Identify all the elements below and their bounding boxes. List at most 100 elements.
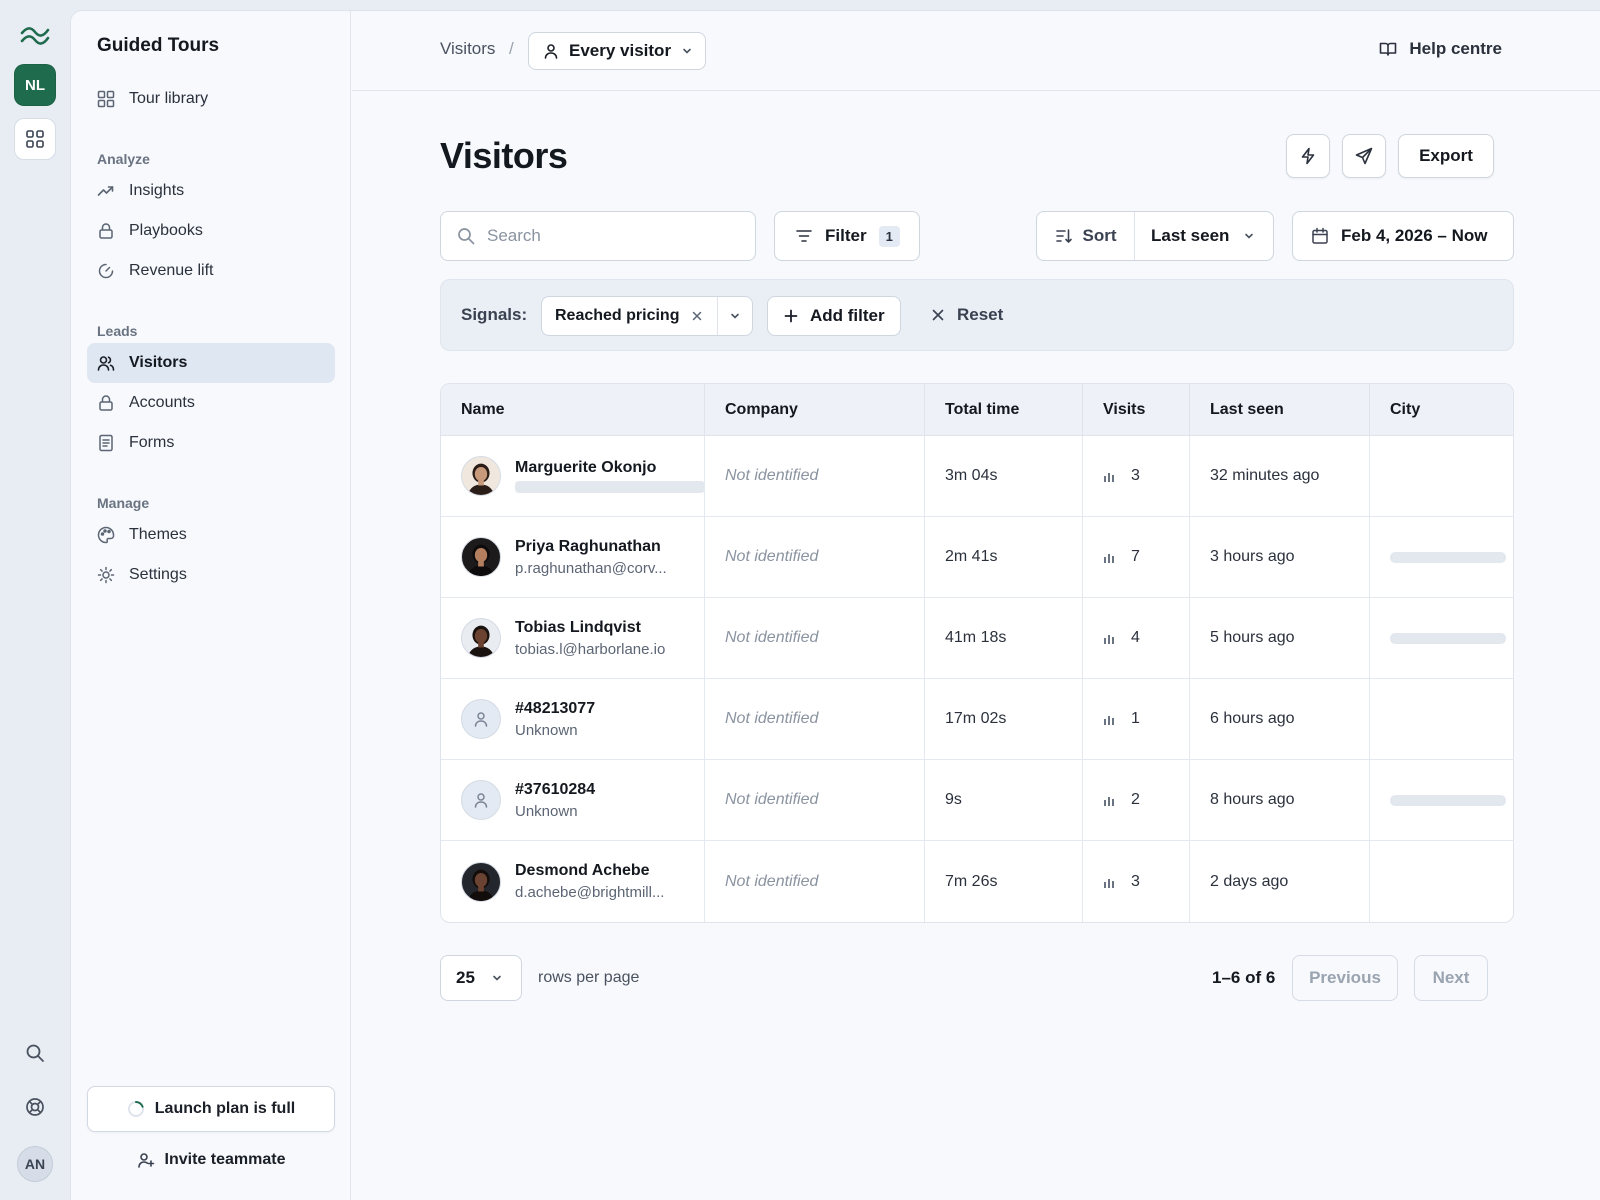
filter-count-badge: 1 [878,225,900,247]
visits-value: 1 [1103,710,1140,728]
visits-value: 3 [1103,873,1140,891]
invite-teammate-label: Invite teammate [164,1151,286,1168]
column-header-company[interactable]: Company [705,384,925,435]
sort-button[interactable]: Sort [1037,212,1135,260]
bar-chart-icon [1104,635,1114,644]
next-page-button[interactable]: Next [1414,955,1488,1001]
table-row[interactable]: Tobias Lindqvist tobias.l@harborlane.io … [441,598,1513,679]
sort-label: Sort [1082,226,1117,245]
user-avatar[interactable]: AN [17,1146,53,1182]
cell-city [1370,679,1513,759]
cell-last-seen: 6 hours ago [1190,679,1370,759]
last-seen-value: 6 hours ago [1210,710,1295,727]
close-icon [931,308,945,322]
close-icon[interactable] [691,310,703,322]
apps-grid-icon[interactable] [14,118,56,160]
column-header-name[interactable]: Name [441,384,705,435]
cell-last-seen: 2 days ago [1190,841,1370,922]
app-shell: Guided Tours Tour library Analyze Insigh… [70,10,1600,1200]
city-loading-placeholder [1390,794,1506,806]
sidebar-item-settings[interactable]: Settings [87,555,335,595]
visitor-name[interactable]: #48213077 [515,700,704,718]
table-row[interactable]: Priya Raghunathan p.raghunathan@corv... … [441,517,1513,598]
send-button[interactable] [1342,134,1386,178]
last-seen-value: 32 minutes ago [1210,467,1320,484]
table-row[interactable]: #48213077 Unknown Not identified 17m 02s… [441,679,1513,760]
cell-total-time: 9s [925,760,1083,840]
sidebar-item-insights[interactable]: Insights [87,171,335,211]
plan-status-button[interactable]: Launch plan is full [87,1086,335,1132]
person-icon [543,43,559,59]
name-block: #37610284 Unknown [515,781,704,820]
sidebar-item-themes[interactable]: Themes [87,515,335,555]
workspace-switcher[interactable]: NL [14,64,56,106]
sidebar-item-accounts[interactable]: Accounts [87,383,335,423]
add-filter-button[interactable]: Add filter [767,296,901,336]
table-row[interactable]: Marguerite Okonjo Not identified 3m 04s … [441,436,1513,517]
cell-last-seen: 3 hours ago [1190,517,1370,597]
signal-chip-main[interactable]: Reached pricing [542,297,718,335]
sort-icon [1055,227,1073,245]
invite-teammate-button[interactable]: Invite teammate [87,1136,335,1184]
company-value: Not identified [725,629,819,646]
help-centre-link[interactable]: Help centre [1379,39,1502,59]
sidebar-item-visitors[interactable]: Visitors [87,343,335,383]
user-plus-icon [137,1151,155,1169]
cell-name: #48213077 Unknown [441,679,705,759]
previous-page-button[interactable]: Previous [1292,955,1398,1001]
sun-gear-icon [97,566,115,584]
sidebar-section-manage: Manage [97,495,150,511]
cell-total-time: 7m 26s [925,841,1083,922]
cell-company: Not identified [705,436,925,516]
rows-per-page-select[interactable]: 25 [440,955,522,1001]
segment-select[interactable]: Every visitor [528,32,706,70]
brand-logo-icon[interactable] [18,22,52,50]
date-range-value: Feb 4, 2026 – Now [1341,226,1488,245]
export-button[interactable]: Export [1398,134,1494,178]
date-range-picker[interactable]: Feb 4, 2026 – Now [1292,211,1514,261]
visitor-name[interactable]: #37610284 [515,781,704,799]
lifebuoy-icon[interactable] [20,1092,50,1122]
person-icon [474,793,488,808]
table-body: Marguerite Okonjo Not identified 3m 04s … [441,436,1513,922]
person-photo-icon [468,869,494,901]
column-header-last-seen[interactable]: Last seen [1190,384,1370,435]
chevron-down-icon [1243,230,1255,242]
sidebar-item-forms[interactable]: Forms [87,423,335,463]
sidebar-item-tour-library[interactable]: Tour library [87,79,335,119]
signal-chip-dropdown[interactable] [718,297,752,335]
sort-field-select[interactable]: Last seen [1135,212,1273,260]
cell-city [1370,598,1513,678]
column-header-city[interactable]: City [1370,384,1513,435]
visitor-name[interactable]: Marguerite Okonjo [515,459,704,477]
grid-icon [97,90,115,108]
reset-filters-button[interactable]: Reset [931,305,1003,325]
visitor-name[interactable]: Tobias Lindqvist [515,619,704,637]
last-seen-value: 3 hours ago [1210,548,1295,565]
visitor-name[interactable]: Priya Raghunathan [515,538,704,556]
name-block: Desmond Achebe d.achebe@brightmill... [515,862,704,901]
column-header-visits[interactable]: Visits [1083,384,1190,435]
sidebar-item-label: Forms [129,434,175,451]
sidebar-section-leads: Leads [97,323,138,339]
visitor-name[interactable]: Desmond Achebe [515,862,704,880]
search-icon[interactable] [20,1038,50,1068]
search-input[interactable] [487,226,727,246]
cell-visits: 4 [1083,598,1190,678]
breadcrumb-visitors[interactable]: Visitors [440,39,495,59]
bar-chart-icon [1104,554,1114,563]
column-header-total-time[interactable]: Total time [925,384,1083,435]
automation-button[interactable] [1286,134,1330,178]
trend-icon [97,182,115,200]
filter-button[interactable]: Filter 1 [774,211,920,261]
visitor-subtitle: tobias.l@harborlane.io [515,640,666,658]
topbar: Visitors / Every visitor Help centre [352,11,1600,91]
total-time-value: 2m 41s [945,548,998,565]
plus-icon [784,309,798,323]
visits-value: 7 [1103,548,1140,566]
table-row[interactable]: Desmond Achebe d.achebe@brightmill... No… [441,841,1513,922]
sidebar-item-revenue-lift[interactable]: Revenue lift [87,251,335,291]
table-row[interactable]: #37610284 Unknown Not identified 9s 2 8 … [441,760,1513,841]
sidebar-item-label: Revenue lift [129,262,214,279]
sidebar-item-playbooks[interactable]: Playbooks [87,211,335,251]
